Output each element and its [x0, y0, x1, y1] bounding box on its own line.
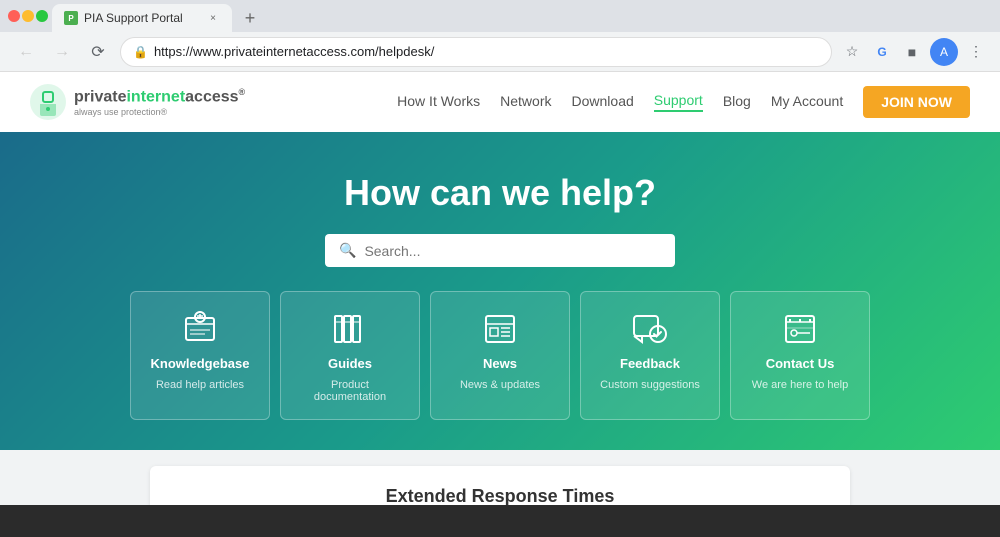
tab-title: PIA Support Portal	[84, 11, 200, 25]
new-tab-button[interactable]: +	[236, 4, 264, 32]
logo-tagline: always use protection®	[74, 107, 245, 117]
hero-section: How can we help? 🔍 Knowledgebase Read	[0, 132, 1000, 450]
news-desc: News & updates	[460, 379, 540, 391]
logo-brand: privateinternetaccess®	[74, 87, 245, 106]
extensions-icon[interactable]: ■	[900, 40, 924, 64]
search-icon: 🔍	[339, 242, 356, 259]
title-bar: P PIA Support Portal × +	[0, 0, 1000, 32]
logo-icon	[30, 84, 66, 120]
nav-links: How It Works Network Download Support Bl…	[397, 86, 970, 118]
browser-tab[interactable]: P PIA Support Portal ×	[52, 4, 232, 32]
category-contact[interactable]: Contact Us We are here to help	[730, 291, 870, 420]
category-feedback[interactable]: Feedback Custom suggestions	[580, 291, 720, 420]
window-controls	[8, 10, 48, 22]
back-button[interactable]: ←	[12, 38, 40, 66]
guides-icon	[330, 308, 370, 348]
categories-grid: Knowledgebase Read help articles Guides …	[130, 291, 870, 420]
ssl-lock-icon: 🔒	[133, 45, 148, 59]
logo-text: privateinternetaccess® always use protec…	[74, 87, 245, 116]
knowledgebase-desc: Read help articles	[156, 379, 244, 391]
hero-title: How can we help?	[344, 172, 656, 214]
category-knowledgebase[interactable]: Knowledgebase Read help articles	[130, 291, 270, 420]
notice-box: Extended Response Times We are currently…	[150, 466, 850, 505]
category-guides[interactable]: Guides Product documentation	[280, 291, 420, 420]
guides-desc: Product documentation	[295, 379, 405, 403]
url-text: https://www.privateinternetaccess.com/he…	[154, 44, 819, 59]
join-now-button[interactable]: JOIN NOW	[863, 86, 970, 118]
feedback-label: Feedback	[620, 356, 680, 371]
bookmark-icon[interactable]: ☆	[840, 40, 864, 64]
nav-my-account[interactable]: My Account	[771, 93, 843, 111]
category-news[interactable]: News News & updates	[430, 291, 570, 420]
notice-title: Extended Response Times	[180, 486, 820, 505]
guides-label: Guides	[328, 356, 372, 371]
nav-network[interactable]: Network	[500, 93, 551, 111]
url-bar[interactable]: 🔒 https://www.privateinternetaccess.com/…	[120, 37, 832, 67]
search-bar: 🔍	[325, 234, 675, 267]
contact-icon	[780, 308, 820, 348]
address-bar: ← → ⟳ 🔒 https://www.privateinternetacces…	[0, 32, 1000, 72]
tab-close-button[interactable]: ×	[206, 11, 220, 25]
feedback-icon	[630, 308, 670, 348]
contact-label: Contact Us	[766, 356, 835, 371]
reload-button[interactable]: ⟳	[84, 38, 112, 66]
menu-icon[interactable]: ⋮	[964, 40, 988, 64]
window-minimize-button[interactable]	[22, 10, 34, 22]
knowledgebase-icon	[180, 308, 220, 348]
feedback-desc: Custom suggestions	[600, 379, 700, 391]
browser-chrome: P PIA Support Portal × + ← → ⟳ 🔒 https:/…	[0, 0, 1000, 72]
nav-how-it-works[interactable]: How It Works	[397, 93, 480, 111]
knowledgebase-label: Knowledgebase	[151, 356, 250, 371]
window-maximize-button[interactable]	[36, 10, 48, 22]
news-icon	[480, 308, 520, 348]
notice-area: Extended Response Times We are currently…	[0, 450, 1000, 505]
forward-button[interactable]: →	[48, 38, 76, 66]
tab-bar: P PIA Support Portal × +	[52, 0, 992, 32]
nav-blog[interactable]: Blog	[723, 93, 751, 111]
contact-desc: We are here to help	[752, 379, 848, 391]
site-header: privateinternetaccess® always use protec…	[0, 72, 1000, 132]
nav-download[interactable]: Download	[572, 93, 634, 111]
news-label: News	[483, 356, 517, 371]
website-content: privateinternetaccess® always use protec…	[0, 72, 1000, 505]
nav-support[interactable]: Support	[654, 92, 703, 112]
window-close-button[interactable]	[8, 10, 20, 22]
logo-area: privateinternetaccess® always use protec…	[30, 84, 245, 120]
chrome-icon[interactable]: G	[870, 40, 894, 64]
search-input[interactable]	[364, 243, 661, 259]
profile-icon[interactable]: A	[930, 38, 958, 66]
tab-favicon: P	[64, 11, 78, 25]
address-right-controls: ☆ G ■ A ⋮	[840, 38, 988, 66]
